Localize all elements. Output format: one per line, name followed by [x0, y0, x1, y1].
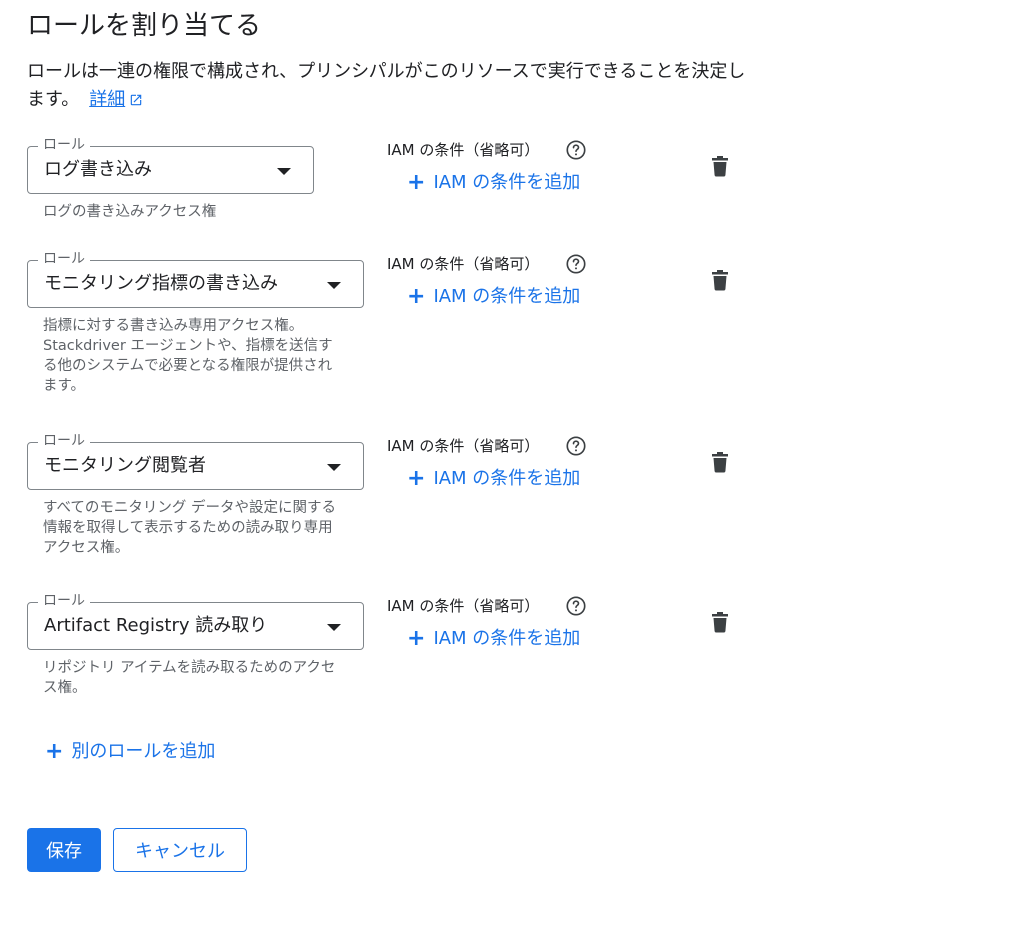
- role-value: Artifact Registry 読み取り: [44, 615, 268, 636]
- plus-icon: +: [407, 626, 426, 651]
- iam-condition-label: IAM の条件（省略可）: [387, 255, 540, 273]
- add-iam-condition-label: IAM の条件を追加: [433, 286, 581, 307]
- role-select-3[interactable]: ロール モニタリング閲覧者: [27, 432, 364, 490]
- role-helper-text: ログの書き込みアクセス権: [43, 204, 217, 220]
- role-helper-text: すべてのモニタリング データや設定に関する情報を取得して表示するための読み取り専…: [43, 500, 337, 556]
- arrow-drop-down-icon: [327, 464, 341, 471]
- role-helper-text: リポジトリ アイテムを読み取るためのアクセス権。: [43, 660, 336, 696]
- plus-icon: +: [407, 284, 426, 309]
- arrow-drop-down-icon: [327, 282, 341, 289]
- role-field-label: ロール: [38, 592, 90, 610]
- add-iam-condition-button[interactable]: + IAM の条件を追加: [407, 466, 580, 492]
- role-select-1[interactable]: ロール ログ書き込み: [27, 136, 314, 194]
- add-iam-condition-button[interactable]: + IAM の条件を追加: [407, 626, 580, 652]
- role-helper-text: 指標に対する書き込み専用アクセス権。Stackdriver エージェントや、指標…: [43, 318, 333, 394]
- page-description: ロールは一連の権限で構成され、プリンシパルがこのリソースで実行できることを決定し…: [27, 58, 747, 114]
- arrow-drop-down-icon: [327, 624, 341, 631]
- page-title: ロールを割り当てる: [27, 11, 262, 41]
- plus-icon: +: [407, 466, 426, 491]
- role-value: ログ書き込み: [44, 159, 152, 180]
- help-circle-icon[interactable]: [565, 253, 587, 275]
- trash-icon[interactable]: [710, 451, 730, 473]
- arrow-drop-down-icon: [277, 168, 291, 175]
- role-value: モニタリング閲覧者: [44, 455, 206, 476]
- save-button[interactable]: 保存: [27, 828, 101, 872]
- add-another-role-label: 別のロールを追加: [71, 741, 216, 762]
- role-select-2[interactable]: ロール モニタリング指標の書き込み: [27, 250, 364, 308]
- role-select-4[interactable]: ロール Artifact Registry 読み取り: [27, 592, 364, 650]
- open-in-new-icon: [130, 94, 142, 106]
- learn-more-link[interactable]: 詳細: [89, 89, 143, 110]
- role-field-label: ロール: [38, 250, 90, 268]
- help-circle-icon[interactable]: [565, 435, 587, 457]
- add-iam-condition-label: IAM の条件を追加: [433, 172, 581, 193]
- help-circle-icon[interactable]: [565, 139, 587, 161]
- plus-icon: +: [45, 739, 64, 764]
- trash-icon[interactable]: [710, 611, 730, 633]
- add-iam-condition-label: IAM の条件を追加: [433, 628, 581, 649]
- role-value: モニタリング指標の書き込み: [44, 273, 278, 294]
- add-iam-condition-label: IAM の条件を追加: [433, 468, 581, 489]
- trash-icon[interactable]: [710, 155, 730, 177]
- help-circle-icon[interactable]: [565, 595, 587, 617]
- add-another-role-button[interactable]: + 別のロールを追加: [45, 739, 215, 765]
- iam-condition-label: IAM の条件（省略可）: [387, 597, 540, 615]
- role-field-label: ロール: [38, 136, 90, 154]
- trash-icon[interactable]: [710, 269, 730, 291]
- learn-more-label: 詳細: [89, 89, 126, 110]
- add-iam-condition-button[interactable]: + IAM の条件を追加: [407, 170, 580, 196]
- plus-icon: +: [407, 170, 426, 195]
- role-field-label: ロール: [38, 432, 90, 450]
- cancel-button[interactable]: キャンセル: [113, 828, 247, 872]
- iam-condition-label: IAM の条件（省略可）: [387, 141, 540, 159]
- add-iam-condition-button[interactable]: + IAM の条件を追加: [407, 284, 580, 310]
- iam-condition-label: IAM の条件（省略可）: [387, 437, 540, 455]
